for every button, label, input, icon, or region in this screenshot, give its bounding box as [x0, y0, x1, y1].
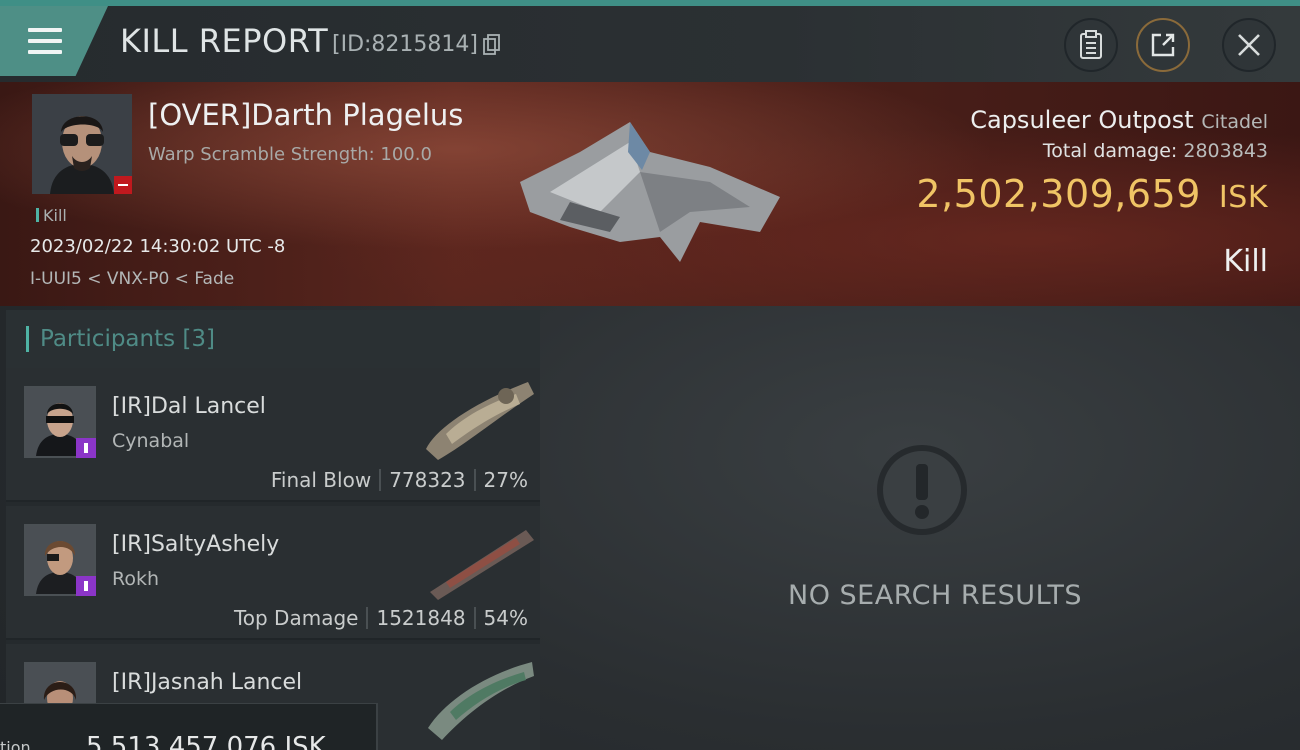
participant-name[interactable]: [IR]Jasnah Lancel — [112, 670, 302, 695]
share-button[interactable] — [1136, 18, 1190, 72]
structure-class: Citadel — [1201, 111, 1268, 133]
menu-icon-line — [28, 50, 62, 54]
clipboard-button[interactable] — [1064, 18, 1118, 72]
participant-name[interactable]: [IR]Dal Lancel — [112, 394, 266, 419]
ship-image — [426, 382, 534, 460]
close-icon — [1238, 34, 1260, 56]
kill-result: Kill — [1223, 244, 1268, 279]
ship-image — [428, 662, 534, 740]
corp-badge — [76, 438, 96, 458]
kill-location[interactable]: I-UUI5 < VNX-P0 < Fade — [30, 269, 234, 289]
participant-percent: 54% — [483, 606, 528, 630]
divider — [379, 469, 382, 491]
divider — [473, 607, 476, 629]
participant-ship: Rokh — [112, 568, 160, 590]
divider — [473, 469, 476, 491]
header-accent — [26, 326, 29, 352]
kill-datetime: 2023/02/22 14:30:02 UTC -8 — [30, 236, 286, 257]
isk-unit: ISK — [1218, 180, 1268, 215]
isk-amount: 2,502,309,659 — [916, 172, 1201, 216]
structure-type: Capsuleer Outpost Citadel — [970, 106, 1268, 134]
structure-name: Capsuleer Outpost — [970, 106, 1194, 134]
total-damage-label: Total damage: — [1042, 140, 1178, 162]
structure-image — [520, 122, 780, 262]
participants-panel: Participants [3] [IR]Dal Lancel Cynabal … — [6, 310, 540, 750]
popup-label: tion — [0, 738, 31, 750]
report-id: [ID:8215814] — [332, 32, 478, 57]
hostile-badge — [114, 176, 132, 194]
participant-damage: 778323 — [389, 468, 466, 492]
copy-icon[interactable] — [482, 34, 502, 56]
close-button[interactable] — [1222, 18, 1276, 72]
ship-image — [430, 530, 534, 600]
share-icon — [1151, 33, 1175, 57]
participants-count: [3] — [182, 326, 216, 352]
victim-subtitle: Warp Scramble Strength: 100.0 — [148, 144, 432, 165]
participant-row[interactable]: [IR]Dal Lancel Cynabal Final Blow 778323 2… — [6, 368, 540, 502]
total-damage-value: 2803843 — [1183, 140, 1268, 162]
participants-label: Participants — [40, 326, 176, 352]
page-title: KILL REPORT — [120, 22, 329, 60]
victim-name[interactable]: [OVER]Darth Plagelus — [148, 98, 463, 132]
participants-header[interactable]: Participants [3] — [6, 310, 540, 368]
clipboard-icon — [1080, 30, 1102, 59]
corp-badge — [76, 576, 96, 596]
value-popup: tion 5,513,457,076 ISK — [0, 703, 378, 750]
menu-icon — [28, 28, 62, 32]
participant-damage: 1521848 — [376, 606, 466, 630]
participant-stats: Top Damage 1521848 54% — [234, 606, 528, 630]
menu-icon-line — [28, 39, 62, 43]
kill-tag: Kill — [36, 206, 67, 225]
participant-percent: 27% — [483, 468, 528, 492]
participants-title: Participants [3] — [40, 326, 215, 352]
participant-role: Final Blow — [270, 468, 372, 492]
participant-row[interactable]: [IR]SaltyAshely Rokh Top Damage 1521848 54… — [6, 506, 540, 640]
participant-name[interactable]: [IR]SaltyAshely — [112, 532, 279, 557]
participant-role: Top Damage — [233, 606, 359, 630]
empty-state-text: NO SEARCH RESULTS — [788, 580, 1083, 611]
exclamation-icon — [877, 445, 967, 535]
total-damage: Total damage: 2803843 — [1043, 140, 1268, 162]
participant-stats: Final Blow 778323 27% — [271, 468, 528, 492]
popup-value: 5,513,457,076 ISK — [86, 732, 326, 750]
isk-value: 2,502,309,659 ISK — [916, 172, 1268, 216]
divider — [366, 607, 369, 629]
participant-ship: Cynabal — [112, 430, 190, 452]
